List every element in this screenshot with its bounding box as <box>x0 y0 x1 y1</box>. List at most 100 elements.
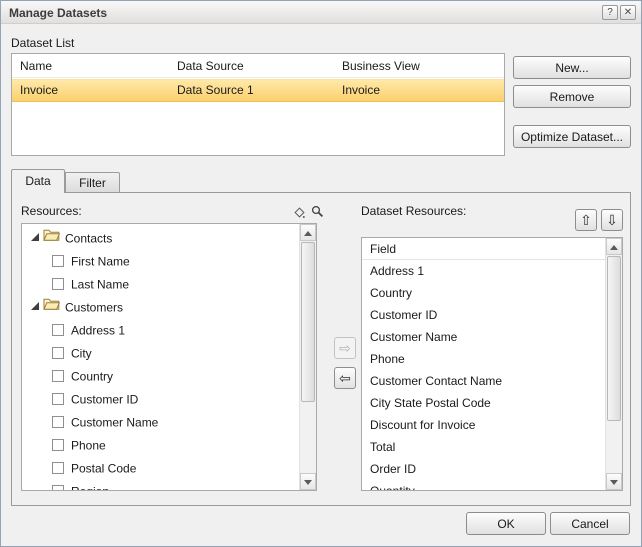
dataset-table-header: Name Data Source Business View <box>12 54 504 78</box>
dataset-row-business-view: Invoice <box>342 83 381 97</box>
dataset-table: Name Data Source Business View Invoice D… <box>11 53 505 156</box>
scroll-up-icon <box>610 241 618 250</box>
sort-icon[interactable] <box>293 206 306 222</box>
tree-scrollbar-thumb[interactable] <box>301 242 315 402</box>
column-header-name[interactable]: Name <box>20 59 52 73</box>
tree-item-country[interactable]: Country <box>22 365 299 388</box>
field-row-customer-id[interactable]: Customer ID <box>362 304 605 326</box>
tree-label: Customer Name <box>71 415 159 430</box>
tree-item-postal-code[interactable]: Postal Code <box>22 457 299 480</box>
tree-label: Address 1 <box>71 323 126 338</box>
checkbox[interactable] <box>52 254 64 267</box>
ok-button[interactable]: OK <box>466 512 546 535</box>
arrow-right-icon: ⇨ <box>339 339 351 356</box>
add-to-dataset-button[interactable]: ⇨ <box>334 337 356 359</box>
scroll-up-button[interactable] <box>606 238 622 255</box>
remove-from-dataset-button[interactable]: ⇦ <box>334 367 356 389</box>
expander-icon[interactable] <box>31 301 39 310</box>
checkbox[interactable] <box>52 277 64 290</box>
dataset-resources-label: Dataset Resources: <box>361 204 467 218</box>
tab-data[interactable]: Data <box>11 169 65 193</box>
tab-filter[interactable]: Filter <box>65 172 120 193</box>
checkbox[interactable] <box>52 369 64 382</box>
resources-tree-content: Contacts First Name Last Name Customers … <box>22 227 299 490</box>
arrow-up-icon: ⇧ <box>580 211 592 228</box>
list-scrollbar-thumb[interactable] <box>607 256 621 421</box>
move-up-button[interactable]: ⇧ <box>575 209 597 231</box>
tree-item-phone[interactable]: Phone <box>22 434 299 457</box>
dataset-list-label: Dataset List <box>11 36 75 50</box>
field-row-total[interactable]: Total <box>362 436 605 458</box>
arrow-down-icon: ⇩ <box>606 211 618 228</box>
tree-label: First Name <box>71 254 130 269</box>
dataset-row-invoice[interactable]: Invoice Data Source 1 Invoice <box>12 79 504 102</box>
help-icon: ? <box>607 7 613 18</box>
data-tab-panel: Resources: Contacts First Name Last Name… <box>11 192 631 506</box>
column-header-business-view[interactable]: Business View <box>342 59 420 73</box>
scroll-down-button[interactable] <box>606 473 622 490</box>
checkbox[interactable] <box>52 484 64 490</box>
tree-folder-customers[interactable]: Customers <box>22 296 299 319</box>
expander-icon[interactable] <box>31 232 39 241</box>
optimize-dataset-button[interactable]: Optimize Dataset... <box>513 125 631 148</box>
tree-label: Customer ID <box>71 392 139 407</box>
manage-datasets-dialog: Manage Datasets ? ✕ Dataset List Name Da… <box>0 0 642 547</box>
dataset-resources-list: Field Address 1 Country Customer ID Cust… <box>361 237 623 491</box>
remove-dataset-button[interactable]: Remove <box>513 85 631 108</box>
field-column-header[interactable]: Field <box>362 238 605 260</box>
tree-item-city[interactable]: City <box>22 342 299 365</box>
field-row-address-1[interactable]: Address 1 <box>362 260 605 282</box>
checkbox[interactable] <box>52 323 64 336</box>
tree-label: Last Name <box>71 277 130 292</box>
tree-label: Postal Code <box>71 461 137 476</box>
scroll-down-icon <box>610 480 618 489</box>
scroll-down-icon <box>304 480 312 489</box>
column-header-data-source[interactable]: Data Source <box>177 59 244 73</box>
scroll-up-icon <box>304 227 312 236</box>
tree-label: City <box>71 346 92 361</box>
field-row-order-id[interactable]: Order ID <box>362 458 605 480</box>
tree-item-address-1[interactable]: Address 1 <box>22 319 299 342</box>
field-row-discount-for-invoice[interactable]: Discount for Invoice <box>362 414 605 436</box>
move-down-button[interactable]: ⇩ <box>601 209 623 231</box>
field-row-customer-contact-name[interactable]: Customer Contact Name <box>362 370 605 392</box>
cancel-button[interactable]: Cancel <box>550 512 630 535</box>
tree-label: Customers <box>65 300 124 315</box>
help-button[interactable]: ? <box>602 5 618 20</box>
scroll-up-button[interactable] <box>300 224 316 241</box>
list-scrollbar[interactable] <box>605 238 622 490</box>
checkbox[interactable] <box>52 346 64 359</box>
scroll-down-button[interactable] <box>300 473 316 490</box>
tree-item-last-name[interactable]: Last Name <box>22 273 299 296</box>
tree-scrollbar[interactable] <box>299 224 316 490</box>
titlebar[interactable]: Manage Datasets ? ✕ <box>1 1 641 24</box>
tree-label: Region <box>71 484 109 490</box>
folder-icon <box>43 227 61 249</box>
tree-folder-contacts[interactable]: Contacts <box>22 227 299 250</box>
tree-label: Country <box>71 369 114 384</box>
checkbox[interactable] <box>52 438 64 451</box>
checkbox[interactable] <box>52 392 64 405</box>
tree-label: Phone <box>71 438 106 453</box>
close-icon: ✕ <box>623 7 633 18</box>
close-button[interactable]: ✕ <box>620 5 636 20</box>
field-row-customer-name[interactable]: Customer Name <box>362 326 605 348</box>
dialog-title: Manage Datasets <box>9 6 108 20</box>
field-row-phone[interactable]: Phone <box>362 348 605 370</box>
tree-item-region[interactable]: Region <box>22 480 299 490</box>
checkbox[interactable] <box>52 461 64 474</box>
new-dataset-button[interactable]: New... <box>513 56 631 79</box>
resources-tree: Contacts First Name Last Name Customers … <box>21 223 317 491</box>
field-row-country[interactable]: Country <box>362 282 605 304</box>
field-row-city-state-postal-code[interactable]: City State Postal Code <box>362 392 605 414</box>
checkbox[interactable] <box>52 415 64 428</box>
tree-label: Contacts <box>65 231 113 246</box>
tree-item-customer-name[interactable]: Customer Name <box>22 411 299 434</box>
search-icon[interactable] <box>311 205 324 221</box>
dataset-row-name: Invoice <box>20 83 59 97</box>
field-row-quantity[interactable]: Quantity <box>362 480 605 490</box>
folder-icon <box>43 295 61 318</box>
tree-item-customer-id[interactable]: Customer ID <box>22 388 299 411</box>
tree-item-first-name[interactable]: First Name <box>22 250 299 273</box>
dataset-resources-list-content: Field Address 1 Country Customer ID Cust… <box>362 238 605 490</box>
